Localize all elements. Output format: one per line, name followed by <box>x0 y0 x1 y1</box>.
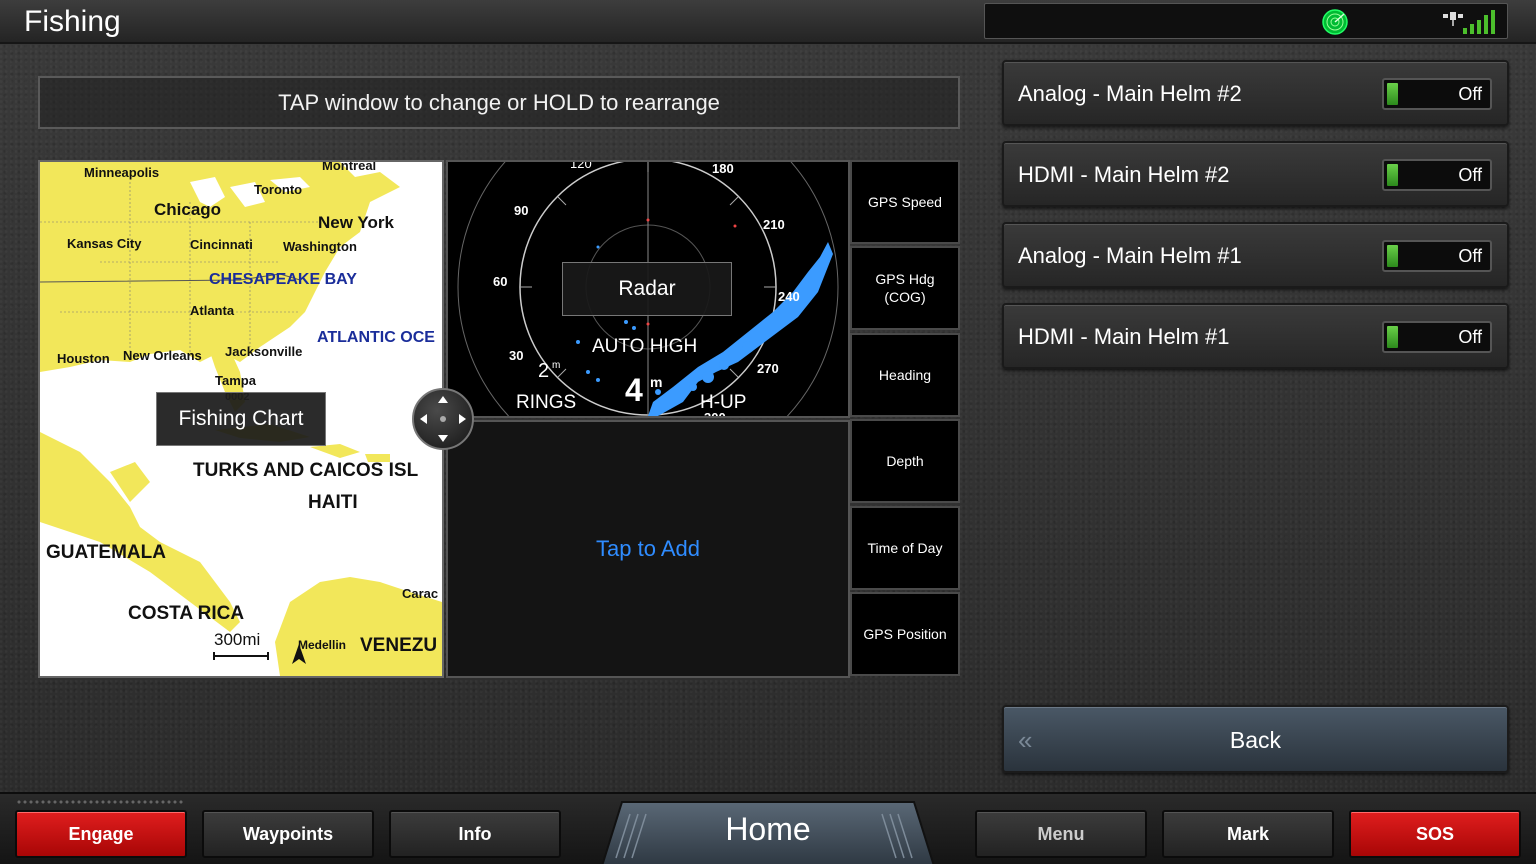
data-field-gps-heading[interactable]: GPS Hdg (COG) <box>850 246 960 331</box>
fishing-chart-pane[interactable]: Minneapolis Montreal Toronto Chicago New… <box>38 160 444 678</box>
video-source-label: Analog - Main Helm #1 <box>1018 243 1242 268</box>
bottom-toolbar: Engage Waypoints Info Home Menu Mark SOS <box>0 792 1536 864</box>
fishing-chart-label: Fishing Chart <box>156 392 326 446</box>
bearing-label: 240 <box>778 289 800 304</box>
toggle-state: Off <box>1458 246 1482 266</box>
data-field-gps-position[interactable]: GPS Position <box>850 591 960 676</box>
map-place-turks-caicos: TURKS AND CAICOS ISL <box>193 460 419 481</box>
info-button[interactable]: Info <box>389 810 561 858</box>
page-title: Fishing <box>24 5 121 38</box>
data-fields-column: GPS Speed GPS Hdg (COG) Heading Depth Ti… <box>850 160 960 678</box>
toggle-state: Off <box>1458 84 1482 104</box>
map-place-houston: Houston <box>57 351 110 366</box>
scale-label: 300mi <box>214 630 261 649</box>
toggle-led <box>1387 326 1398 348</box>
waypoints-button[interactable]: Waypoints <box>202 810 374 858</box>
data-field-time-of-day[interactable]: Time of Day <box>850 505 960 590</box>
map-place-atlantic-ocean: ATLANTIC OCE <box>317 329 435 346</box>
bearing-label: 60 <box>493 274 508 289</box>
scale-bar-icon <box>213 652 269 660</box>
vessel-position-icon <box>292 644 306 664</box>
bearing-label: 30 <box>509 348 524 363</box>
map-place-toronto: Toronto <box>254 182 303 197</box>
move-arrows-icon <box>420 396 466 442</box>
map-place-venezuela: VENEZU <box>360 635 438 656</box>
map-place-tampa: Tampa <box>215 373 256 388</box>
map-place-new-york: New York <box>318 213 394 232</box>
video-toggle[interactable]: Off <box>1382 321 1492 353</box>
range-unit: m <box>650 374 663 390</box>
rings-value: 2 <box>538 360 550 382</box>
radar-status-icon <box>1322 9 1348 35</box>
video-source-label: Analog - Main Helm #2 <box>1018 81 1242 106</box>
map-place-new-orleans: New Orleans <box>123 348 202 363</box>
radar-orientation: H-UP <box>700 392 747 413</box>
map-place-montreal: Montreal <box>322 160 377 173</box>
status-area[interactable] <box>984 3 1508 39</box>
video-toggle[interactable]: Off <box>1382 78 1492 110</box>
toggle-led <box>1387 245 1398 267</box>
pane-resize-control[interactable] <box>412 388 474 450</box>
data-field-depth[interactable]: Depth <box>850 419 960 504</box>
rings-unit: m <box>552 360 561 371</box>
menu-button[interactable]: Menu <box>975 810 1147 858</box>
video-source-hdmi-helm-1[interactable]: HDMI - Main Helm #1 Off <box>1002 303 1509 369</box>
map-place-atlanta: Atlanta <box>190 303 235 318</box>
gps-signal-icon <box>1443 10 1495 34</box>
map-place-guatemala: GUATEMALA <box>46 542 166 563</box>
bearing-label: 90 <box>514 203 529 218</box>
video-source-analog-helm-2[interactable]: Analog - Main Helm #2 Off <box>1002 60 1509 126</box>
sos-button[interactable]: SOS <box>1349 810 1521 858</box>
video-source-label: HDMI - Main Helm #2 <box>1018 162 1230 187</box>
map-place-costa-rica: COSTA RICA <box>128 603 245 624</box>
bearing-label: 270 <box>757 361 779 376</box>
back-label: Back <box>1229 727 1282 753</box>
video-toggle[interactable]: Off <box>1382 159 1492 191</box>
radar-pane[interactable]: 120 180 90 210 60 240 30 270 300 AUTO HI… <box>446 160 850 418</box>
map-place-chesapeake-bay: CHESAPEAKE BAY <box>209 271 357 288</box>
home-button[interactable]: Home <box>586 798 950 864</box>
data-field-heading[interactable]: Heading <box>850 332 960 417</box>
map-place-washington: Washington <box>283 239 357 254</box>
map-place-minneapolis: Minneapolis <box>84 165 160 180</box>
radar-label: Radar <box>562 262 732 316</box>
map-place-caracas: Carac <box>402 586 439 601</box>
toggle-state: Off <box>1458 165 1482 185</box>
data-field-gps-speed[interactable]: GPS Speed <box>850 160 960 244</box>
home-label: Home <box>725 811 811 847</box>
map-place-jacksonville: Jacksonville <box>225 344 303 359</box>
mark-button[interactable]: Mark <box>1162 810 1334 858</box>
toggle-led <box>1387 83 1398 105</box>
bearing-label: 120 <box>570 160 592 171</box>
video-toggle[interactable]: Off <box>1382 240 1492 272</box>
engage-button[interactable]: Engage <box>15 810 187 858</box>
back-button[interactable]: « Back <box>1002 705 1509 773</box>
video-source-label: HDMI - Main Helm #1 <box>1018 324 1230 349</box>
map-place-kansas-city: Kansas City <box>67 236 142 251</box>
toggle-state: Off <box>1458 327 1482 347</box>
range-value: 4 <box>625 372 643 408</box>
title-bar: Fishing <box>0 0 1536 44</box>
radar-gain-mode: AUTO HIGH <box>592 336 698 357</box>
rings-label: RINGS <box>516 392 577 413</box>
tap-to-add-label: Tap to Add <box>596 536 700 561</box>
map-place-haiti: HAITI <box>308 492 358 513</box>
video-source-hdmi-helm-2[interactable]: HDMI - Main Helm #2 Off <box>1002 141 1509 207</box>
bearing-label: 180 <box>712 161 734 176</box>
grip-handle-icon[interactable] <box>16 799 184 805</box>
map-place-cincinnati: Cincinnati <box>190 237 253 252</box>
map-place-chicago: Chicago <box>154 200 222 219</box>
tap-to-add-pane[interactable]: Tap to Add <box>446 420 850 678</box>
video-source-analog-helm-1[interactable]: Analog - Main Helm #1 Off <box>1002 222 1509 288</box>
toggle-led <box>1387 164 1398 186</box>
bearing-label: 210 <box>763 217 785 232</box>
instruction-banner: TAP window to change or HOLD to rearrang… <box>38 76 960 129</box>
